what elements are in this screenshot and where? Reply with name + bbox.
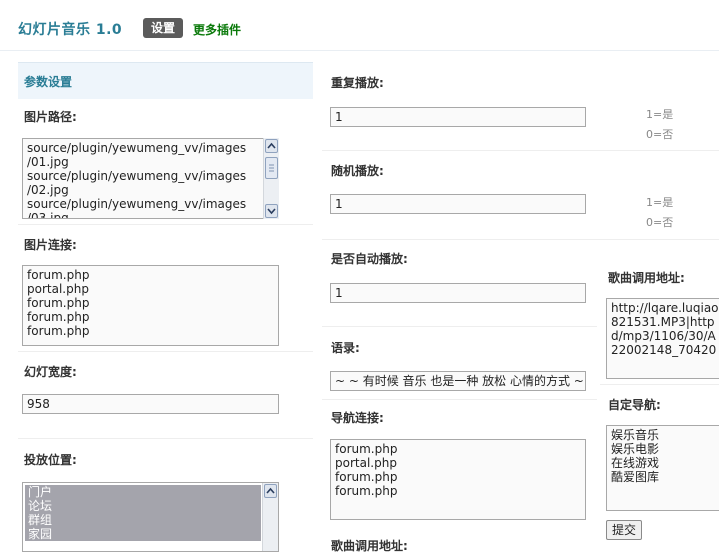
row-divider (322, 399, 597, 400)
repeat-hint-yes: 1=是 (646, 108, 674, 121)
quote-input[interactable]: ~ ~ 有时候 音乐 也是一种 放松 心情的方式 ~ (330, 371, 586, 391)
custom-nav-textarea[interactable]: 娱乐音乐 娱乐电影 在线游戏 酷爱图库 (606, 425, 719, 511)
slide-width-label: 幻灯宽度: (24, 365, 77, 379)
autoplay-label: 是否自动播放: (331, 252, 408, 266)
image-path-scrollbar[interactable] (263, 138, 279, 219)
row-divider (18, 438, 313, 439)
row-divider (322, 326, 597, 327)
placement-scrollbar[interactable] (262, 483, 278, 551)
placement-label: 投放位置: (24, 453, 77, 467)
scroll-up-icon[interactable] (265, 139, 278, 153)
repeat-hint-no: 0=否 (646, 128, 674, 141)
placement-option[interactable]: 群组 (25, 513, 261, 527)
settings-tab[interactable]: 设置 (143, 18, 183, 38)
header-divider (0, 50, 719, 51)
random-play-label: 随机播放: (331, 164, 384, 178)
more-plugins-link[interactable]: 更多插件 (193, 21, 241, 38)
random-play-input[interactable]: 1 (330, 194, 586, 214)
image-link-label: 图片连接: (24, 238, 77, 252)
scroll-thumb[interactable] (265, 157, 278, 179)
song-url-textarea[interactable]: http://lqare.luqiao 821531.MP3|http d/mp… (606, 298, 719, 379)
image-path-label: 图片路径: (24, 110, 77, 124)
image-path-textarea[interactable]: source/plugin/yewumeng_vv/images /01.jpg… (22, 138, 279, 219)
random-hint-no: 0=否 (646, 216, 674, 229)
autoplay-input[interactable]: 1 (330, 283, 586, 303)
quote-label: 语录: (331, 341, 360, 355)
submit-button[interactable]: 提交 (606, 520, 642, 540)
row-divider (322, 239, 719, 240)
row-divider (18, 351, 313, 352)
slide-width-input[interactable]: 958 (22, 394, 279, 414)
placement-option[interactable]: 门户 (25, 485, 261, 499)
plugin-title: 幻灯片音乐 1.0 (18, 22, 123, 38)
row-divider (600, 384, 719, 385)
repeat-play-label: 重复播放: (331, 76, 384, 90)
scroll-down-icon[interactable] (265, 204, 278, 218)
row-divider (322, 150, 719, 151)
image-path-field[interactable]: source/plugin/yewumeng_vv/images /01.jpg… (22, 138, 279, 219)
section-header: 参数设置 (18, 62, 313, 99)
image-link-textarea[interactable]: forum.php portal.php forum.php forum.php… (22, 265, 279, 346)
row-divider (18, 224, 313, 225)
nav-link-label: 导航连接: (331, 411, 384, 425)
custom-nav-label: 自定导航: (608, 398, 661, 412)
placement-option[interactable]: 论坛 (25, 499, 261, 513)
section-title: 参数设置 (24, 75, 73, 89)
scroll-up-icon[interactable] (264, 484, 277, 498)
random-hint-yes: 1=是 (646, 196, 674, 209)
placement-listbox[interactable]: 门户 论坛 群组 家园 (22, 482, 279, 552)
song-url-label: 歌曲调用地址: (608, 271, 685, 285)
repeat-play-input[interactable]: 1 (330, 107, 586, 127)
nav-link-textarea[interactable]: forum.php portal.php forum.php forum.php (330, 439, 586, 520)
placement-option[interactable]: 家园 (25, 527, 261, 541)
